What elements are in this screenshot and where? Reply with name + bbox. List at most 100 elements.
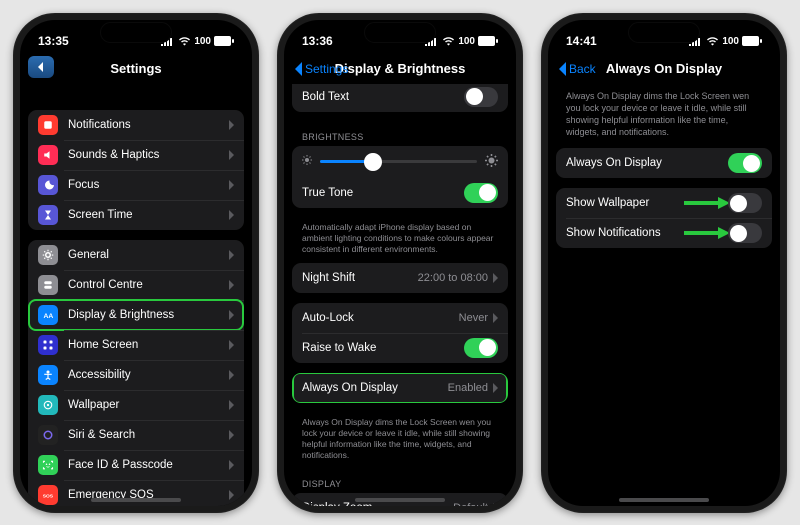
dynamic-island — [100, 22, 172, 43]
row-screentime[interactable]: Screen Time — [28, 200, 244, 230]
nav-bar: Settings — [20, 54, 252, 84]
nav-bar: Back Always On Display — [548, 54, 780, 84]
svg-text:SOS: SOS — [43, 493, 54, 499]
chevron-right-icon — [228, 400, 234, 410]
aod-description: Always On Display dims the Lock Screen w… — [556, 84, 772, 149]
page-title: Settings — [110, 61, 161, 76]
toggle-show-notifications[interactable] — [728, 223, 762, 243]
hourglass-icon — [38, 205, 58, 225]
sun-large-icon — [485, 154, 498, 170]
chevron-right-icon — [492, 383, 498, 393]
status-time: 13:36 — [302, 34, 333, 48]
chevron-right-icon — [228, 310, 234, 320]
chevron-right-icon — [228, 120, 234, 130]
textsize-icon: AA — [38, 305, 58, 325]
svg-text:AA: AA — [44, 313, 54, 320]
toggle-raise-to-wake[interactable] — [464, 338, 498, 358]
status-time: 14:41 — [566, 34, 597, 48]
row-night-shift[interactable]: Night Shift 22:00 to 08:00 — [292, 263, 508, 293]
back-button[interactable]: Settings — [294, 62, 348, 76]
arrow-annotation-icon — [684, 228, 730, 238]
truetone-note: Automatically adapt iPhone display based… — [292, 218, 508, 263]
row-focus[interactable]: Focus — [28, 170, 244, 200]
status-right: 100 — [425, 36, 498, 47]
grid-icon — [38, 335, 58, 355]
chevron-right-icon — [228, 210, 234, 220]
group-aod-master: Always On Display — [556, 148, 772, 178]
settings-group-1: Notifications Sounds & Haptics Focus Scr… — [28, 110, 244, 230]
notifications-icon — [38, 115, 58, 135]
sos-icon: SOS — [38, 485, 58, 505]
row-faceid[interactable]: Face ID & Passcode — [28, 450, 244, 480]
row-raise-to-wake[interactable]: Raise to Wake — [292, 333, 508, 363]
row-show-notifications[interactable]: Show Notifications — [556, 218, 772, 248]
row-true-tone[interactable]: True Tone — [292, 178, 508, 208]
chevron-right-icon — [228, 250, 234, 260]
aod-note: Always On Display dims the Lock Screen w… — [292, 413, 508, 469]
settings-group-2: General Control Centre AA Display & Brig… — [28, 240, 244, 506]
toggle-aod[interactable] — [728, 153, 762, 173]
sun-small-icon — [302, 155, 312, 168]
dynamic-island — [628, 22, 700, 43]
chevron-right-icon — [228, 460, 234, 470]
chevron-right-icon — [228, 490, 234, 500]
toggle-show-wallpaper[interactable] — [728, 193, 762, 213]
chevron-right-icon — [492, 503, 498, 506]
chevron-right-icon — [228, 340, 234, 350]
chevron-right-icon — [228, 180, 234, 190]
row-siri[interactable]: Siri & Search — [28, 420, 244, 450]
section-display: Display — [292, 469, 508, 493]
row-sounds[interactable]: Sounds & Haptics — [28, 140, 244, 170]
row-accessibility[interactable]: Accessibility — [28, 360, 244, 390]
row-bold-text[interactable]: Bold Text — [292, 84, 508, 112]
page-title: Display & Brightness — [335, 61, 466, 76]
row-display-brightness[interactable]: AA Display & Brightness — [28, 300, 244, 330]
sliders-icon — [38, 275, 58, 295]
phone-display-brightness: 13:36 100 Settings Display & Brightness … — [277, 13, 523, 513]
row-controlcentre[interactable]: Control Centre — [28, 270, 244, 300]
phone-always-on-display: 14:41 100 Back Always On Display Always … — [541, 13, 787, 513]
dynamic-island — [364, 22, 436, 43]
group-aod-options: Show Wallpaper Show Notifications — [556, 188, 772, 248]
row-always-on-display[interactable]: Always On Display Enabled — [292, 373, 508, 403]
toggle-bold-text[interactable] — [464, 87, 498, 107]
chevron-right-icon — [492, 273, 498, 283]
group-nightshift: Night Shift 22:00 to 08:00 — [292, 263, 508, 293]
siri-icon — [38, 425, 58, 445]
home-indicator[interactable] — [355, 498, 445, 502]
chevron-right-icon — [492, 313, 498, 323]
gear-icon — [38, 245, 58, 265]
chevron-right-icon — [228, 280, 234, 290]
row-notifications[interactable]: Notifications — [28, 110, 244, 140]
chevron-right-icon — [228, 430, 234, 440]
row-wallpaper[interactable]: Wallpaper — [28, 390, 244, 420]
accessibility-icon — [38, 365, 58, 385]
group-brightness: True Tone — [292, 146, 508, 208]
row-sos[interactable]: SOS Emergency SOS — [28, 480, 244, 506]
group-autolock: Auto-Lock Never Raise to Wake — [292, 303, 508, 363]
section-brightness: Brightness — [292, 122, 508, 146]
wallpaper-icon — [38, 395, 58, 415]
sounds-icon — [38, 145, 58, 165]
status-right: 100 — [689, 36, 762, 47]
home-indicator[interactable] — [91, 498, 181, 502]
row-homescreen[interactable]: Home Screen — [28, 330, 244, 360]
row-auto-lock[interactable]: Auto-Lock Never — [292, 303, 508, 333]
row-general[interactable]: General — [28, 240, 244, 270]
status-time: 13:35 — [38, 34, 69, 48]
faceid-icon — [38, 455, 58, 475]
slider-knob[interactable] — [364, 153, 382, 171]
home-indicator[interactable] — [619, 498, 709, 502]
back-button[interactable]: Back — [558, 62, 596, 76]
row-show-wallpaper[interactable]: Show Wallpaper — [556, 188, 772, 218]
chevron-right-icon — [228, 150, 234, 160]
row-aod-toggle[interactable]: Always On Display — [556, 148, 772, 178]
arrow-annotation-icon — [684, 198, 730, 208]
brightness-slider[interactable] — [292, 146, 508, 178]
toggle-true-tone[interactable] — [464, 183, 498, 203]
status-right: 100 — [161, 36, 234, 47]
focus-icon — [38, 175, 58, 195]
group-aod: Always On Display Enabled — [292, 373, 508, 403]
slider-track[interactable] — [320, 160, 477, 163]
back-rect[interactable] — [28, 56, 54, 78]
